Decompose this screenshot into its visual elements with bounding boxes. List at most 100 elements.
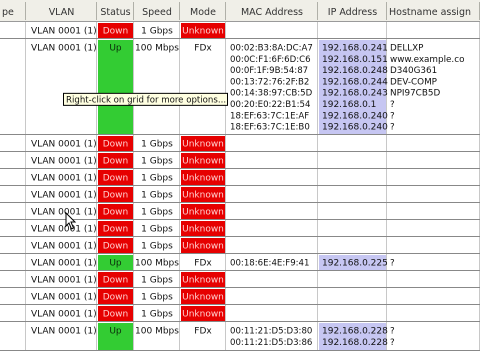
cell-mac: 00:18:6E:4E:F9:41 xyxy=(230,259,310,269)
status-label: Down xyxy=(103,293,129,303)
cell-speed: 100 Mbps xyxy=(135,259,179,269)
cell-mac: 00:02:B3:8A:DC:A7 xyxy=(230,44,313,54)
cell-mac: 00:13:72:76:2F:B2 xyxy=(230,77,309,87)
cell-mode: Unknown xyxy=(182,242,224,252)
status-label: Down xyxy=(103,242,129,252)
cell-mac: 00:0F:1F:9B:54:87 xyxy=(230,66,308,76)
cell-mode: Unknown xyxy=(182,191,224,201)
status-label: Down xyxy=(103,208,129,218)
cell-mac: 00:0C:F1:6F:6D:C6 xyxy=(230,55,311,65)
cell-ip: 192.168.0.240 xyxy=(322,123,388,133)
cell-speed: 1 Gbps xyxy=(141,191,173,201)
status-label: Down xyxy=(103,174,129,184)
cell-speed: 1 Gbps xyxy=(141,276,173,286)
status-label: Up xyxy=(109,259,122,269)
cell-hostname: DELLXP xyxy=(390,44,423,54)
cell-hostname: NPI97CB5D xyxy=(390,89,440,99)
cell-speed: 1 Gbps xyxy=(141,27,173,37)
cell-mac: 00:14:38:97:CB:5D xyxy=(230,89,313,99)
cell-hostname: D340G361 xyxy=(390,66,437,76)
cell-mode: Unknown xyxy=(182,140,224,150)
cell-ip: 192.168.0.244 xyxy=(322,77,388,87)
cell-speed: 1 Gbps xyxy=(141,140,173,150)
column-header-label-hostname: Hostname assign xyxy=(389,7,471,18)
cell-vlan: VLAN 0001 (1) xyxy=(31,44,97,54)
cell-speed: 1 Gbps xyxy=(141,157,173,167)
grid-header: pe VLAN Status Speed Mode MAC Address IP Addre… xyxy=(0,0,480,22)
cell-hostname: ? xyxy=(390,123,395,133)
cell-mode: Unknown xyxy=(182,157,224,167)
cell-speed: 1 Gbps xyxy=(141,174,173,184)
status-label: Up xyxy=(109,327,122,337)
cell-speed: 100 Mbps xyxy=(135,44,179,54)
cell-vlan: VLAN 0001 (1) xyxy=(31,174,97,184)
cell-vlan: VLAN 0001 (1) xyxy=(31,276,97,286)
cell-vlan: VLAN 0001 (1) xyxy=(31,157,97,167)
status-label: Down xyxy=(103,191,129,201)
cell-vlan: VLAN 0001 (1) xyxy=(31,140,97,150)
status-label: Down xyxy=(103,27,129,37)
cell-mode: Unknown xyxy=(182,27,224,37)
cell-mode: FDx xyxy=(194,327,212,337)
cell-hostname: ? xyxy=(390,259,395,269)
cell-mac: 18:EF:63:7C:1E:B0 xyxy=(230,123,310,133)
cell-hostname: ? xyxy=(390,338,395,348)
cell-vlan: VLAN 0001 (1) xyxy=(31,27,97,37)
status-up-cell xyxy=(98,40,133,134)
cell-mode: Unknown xyxy=(182,208,224,218)
cell-speed: 100 Mbps xyxy=(135,327,179,337)
column-header-label-speed: Speed xyxy=(142,7,172,18)
column-header-label-ip: IP Address xyxy=(328,7,377,18)
cell-mac: 00:11:21:D5:D3:80 xyxy=(230,327,312,337)
cell-mac: 00:20:E0:22:B1:54 xyxy=(230,100,310,110)
cell-vlan: VLAN 0001 (1) xyxy=(31,242,97,252)
cell-ip: 192.168.0.240 xyxy=(322,111,388,121)
port-grid[interactable]: pe VLAN Status Speed Mode MAC Address IP Addre… xyxy=(0,0,480,360)
grid-empty-area xyxy=(0,351,480,360)
cell-vlan: VLAN 0001 (1) xyxy=(31,208,97,218)
cell-ip: 192.168.0.151 xyxy=(322,55,388,65)
grid-tooltip: Right-click on grid for more options... xyxy=(63,92,228,106)
cell-hostname: ? xyxy=(390,111,395,121)
status-label: Down xyxy=(103,157,129,167)
cell-speed: 1 Gbps xyxy=(141,293,173,303)
status-label: Down xyxy=(103,276,129,286)
cell-mode: FDx xyxy=(194,44,212,54)
status-label: Down xyxy=(103,140,129,150)
cell-mode: Unknown xyxy=(182,293,224,303)
column-header-label-mode: Mode xyxy=(190,7,216,18)
cell-vlan: VLAN 0001 (1) xyxy=(31,259,97,269)
cell-mode: Unknown xyxy=(182,174,224,184)
status-label: Down xyxy=(103,225,129,235)
cell-ip: 192.168.0.225 xyxy=(322,259,388,269)
column-header-label-status: Status xyxy=(100,7,130,18)
cell-hostname: DEV-COMP xyxy=(390,77,437,87)
cell-vlan: VLAN 0001 (1) xyxy=(31,191,97,201)
cell-speed: 1 Gbps xyxy=(141,208,173,218)
cell-vlan: VLAN 0001 (1) xyxy=(31,225,97,235)
status-label: Down xyxy=(103,310,129,320)
status-label: Up xyxy=(109,44,122,54)
cell-vlan: VLAN 0001 (1) xyxy=(31,293,97,303)
cell-hostname: ? xyxy=(390,327,395,337)
column-header-label-mac: MAC Address xyxy=(241,7,303,18)
tooltip-text: Right-click on grid for more options... xyxy=(66,96,226,106)
cell-speed: 1 Gbps xyxy=(141,242,173,252)
cell-speed: 1 Gbps xyxy=(141,225,173,235)
cell-vlan: VLAN 0001 (1) xyxy=(31,327,97,337)
cell-ip: 192.168.0.228 xyxy=(322,327,388,337)
cell-mode: Unknown xyxy=(182,310,224,320)
cell-hostname: www.example.co xyxy=(390,55,464,65)
column-header-label-vlan: VLAN xyxy=(49,7,75,18)
cell-mode: Unknown xyxy=(182,276,224,286)
column-header-label-type: pe xyxy=(2,7,14,18)
cell-vlan: VLAN 0001 (1) xyxy=(31,310,97,320)
cell-ip: 192.168.0.248 xyxy=(322,66,388,76)
cell-mode: Unknown xyxy=(182,225,224,235)
cell-ip: 192.168.0.228 xyxy=(322,338,388,348)
cell-ip: 192.168.0.241 xyxy=(322,44,388,54)
cell-hostname: ? xyxy=(390,100,395,110)
cell-mode: FDx xyxy=(194,259,212,269)
cell-ip: 192.168.0.243 xyxy=(322,89,388,99)
cell-mac: 18:EF:63:7C:1E:AF xyxy=(230,111,309,121)
